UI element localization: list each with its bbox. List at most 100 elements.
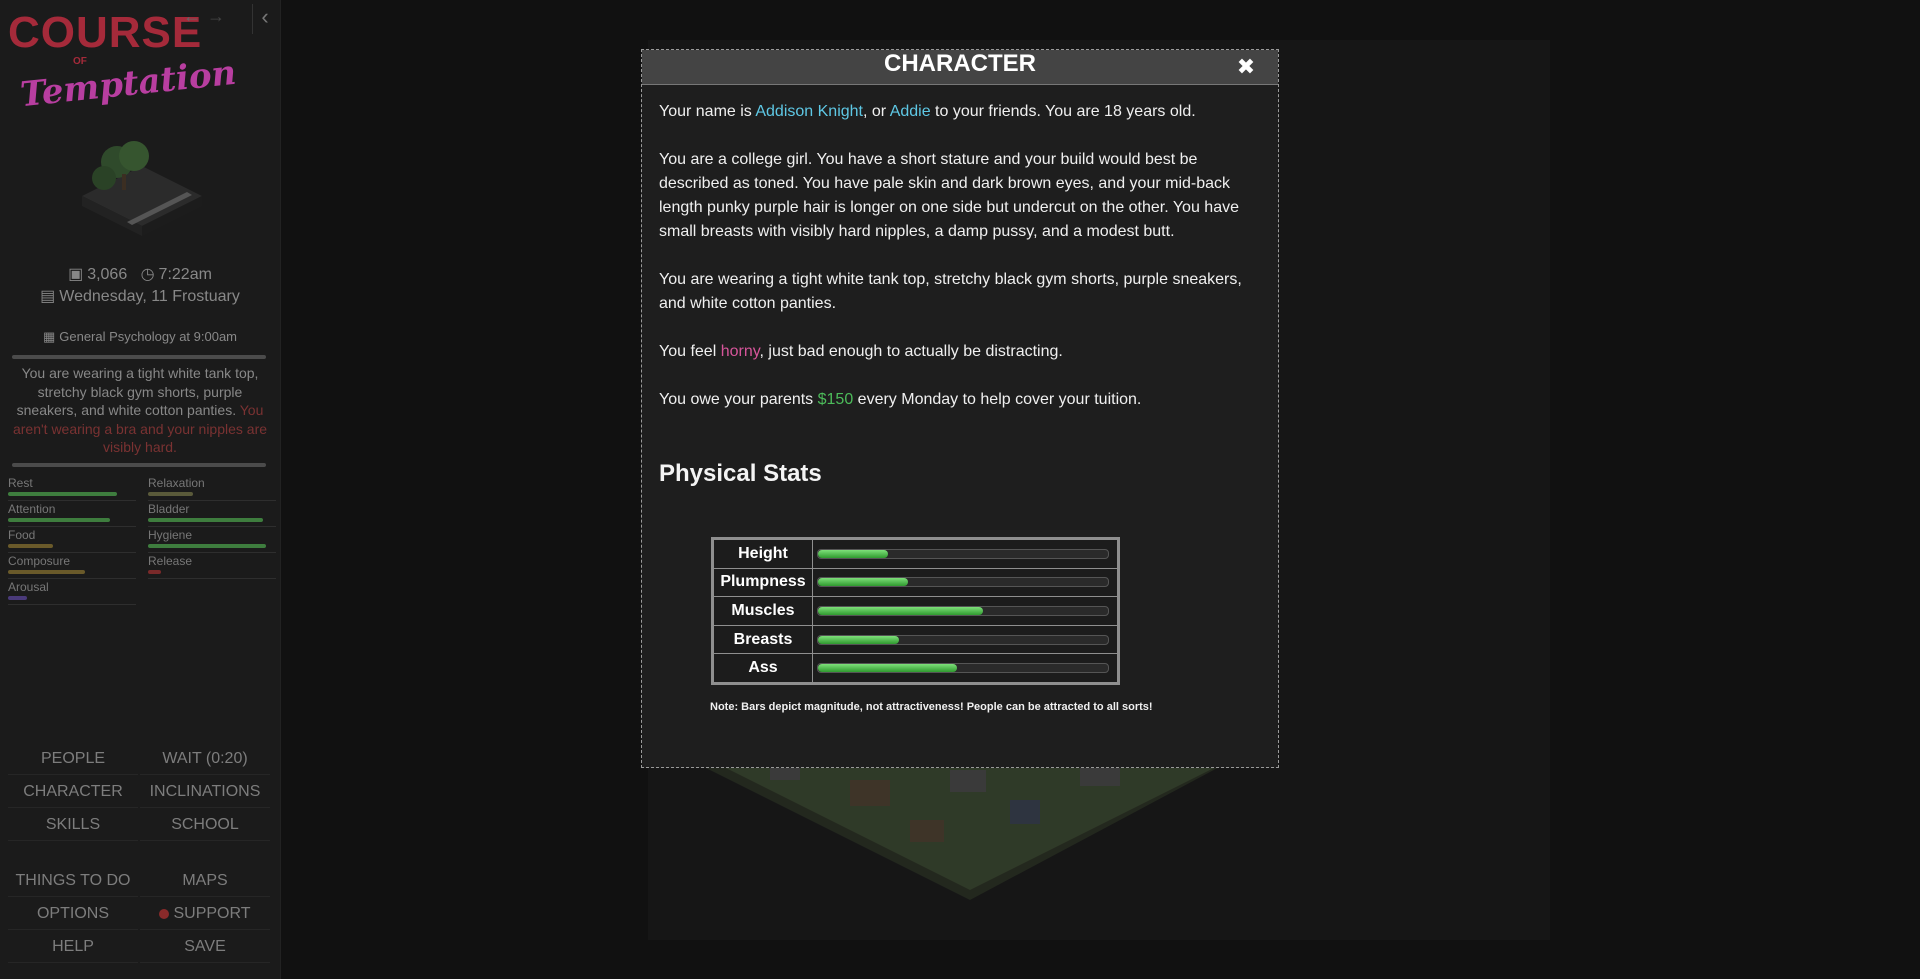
stat-label: Composure <box>8 554 71 568</box>
stat-bar-cell <box>812 538 1119 569</box>
sidebar: COURSE OF Temptation ← → ‹ ▣ 3,066 ◷ 7:22a… <box>0 0 281 979</box>
stat-divider <box>8 500 136 501</box>
stat-bar-fill <box>818 664 958 673</box>
stat-row-plumpness: Plumpness <box>712 567 1119 598</box>
maps-button[interactable]: MAPS <box>140 866 270 897</box>
wait-button[interactable]: WAIT (0:20) <box>140 744 270 775</box>
save-button[interactable]: SAVE <box>140 932 270 963</box>
money-icon: ▣ <box>68 266 84 283</box>
stat-bar <box>148 518 263 522</box>
logo-line2: OF <box>73 56 87 67</box>
tuition-paragraph: You owe your parents $150 every Monday t… <box>659 388 1259 412</box>
time-value: 7:22am <box>158 266 212 283</box>
stat-label: Release <box>148 554 193 568</box>
name-mid-text: , or <box>863 103 890 120</box>
character-button[interactable]: CHARACTER <box>8 777 138 808</box>
stat-bar-track <box>817 605 1109 616</box>
owe-end-text: every Monday to help cover your tuition. <box>853 391 1142 408</box>
stat-divider <box>148 526 276 527</box>
stat-bar-track <box>817 548 1109 559</box>
physical-stats-heading: Physical Stats <box>659 460 822 487</box>
name-paragraph: Your name is Addison Knight, or Addie to… <box>659 100 1259 124</box>
stat-bar-cell <box>812 624 1119 655</box>
stat-rest: Rest <box>8 476 138 502</box>
stat-bar-track <box>817 577 1109 588</box>
owe-start-text: You owe your parents <box>659 391 818 408</box>
stat-label: Food <box>8 528 36 542</box>
outfit-summary: You are wearing a tight white tank top, … <box>10 364 270 457</box>
collapse-sidebar-icon[interactable]: ‹ <box>252 4 277 34</box>
character-description: Your name is Addison Knight, or Addie to… <box>659 100 1259 436</box>
school-button[interactable]: SCHOOL <box>140 810 270 841</box>
clock-icon: ◷ <box>140 266 155 283</box>
things-to-do-button[interactable]: THINGS TO DO <box>8 866 138 897</box>
name-intro-text: Your name is <box>659 103 756 120</box>
stat-divider <box>8 552 136 553</box>
stat-label: Bladder <box>148 502 190 516</box>
stat-divider <box>148 552 276 553</box>
stat-divider <box>8 526 136 527</box>
support-button[interactable]: SUPPORT <box>140 899 270 930</box>
stat-bar <box>148 570 161 574</box>
stat-release: Release <box>148 554 278 580</box>
stat-bar <box>8 596 27 600</box>
stat-bar-fill <box>818 606 984 615</box>
stat-row-ass: Ass <box>712 653 1119 684</box>
school-icon: ▦ <box>42 329 56 344</box>
tuition-amount: $150 <box>817 391 854 408</box>
stat-bar <box>8 518 110 522</box>
stat-label: Arousal <box>8 580 49 594</box>
stat-bar <box>8 544 53 548</box>
outfit-paragraph: You are wearing a tight white tank top, … <box>659 271 1242 312</box>
stat-arousal: Arousal <box>8 580 138 606</box>
stat-divider <box>8 604 136 605</box>
stat-bar-cell <box>812 653 1119 684</box>
game-logo: COURSE OF Temptation <box>8 6 238 124</box>
people-button[interactable]: PEOPLE <box>8 744 138 775</box>
close-icon[interactable]: ✖ <box>1234 54 1258 80</box>
support-label: SUPPORT <box>173 905 251 922</box>
forward-arrow-icon[interactable]: → <box>207 6 225 27</box>
stat-bar-fill <box>818 635 900 644</box>
divider <box>12 463 266 467</box>
stat-divider <box>148 578 276 579</box>
stat-bar-cell <box>812 567 1119 598</box>
date-value: Wednesday, 11 Frostuary <box>59 288 240 305</box>
name-end-text: to your friends. You are 18 years old. <box>930 103 1196 120</box>
stat-row-muscles: Muscles <box>712 596 1119 626</box>
patreon-icon <box>159 908 170 919</box>
calendar-icon: ▤ <box>40 288 56 305</box>
back-arrow-icon[interactable]: ← <box>183 6 201 27</box>
stat-row-height: Height <box>712 538 1119 569</box>
stat-label: Hygiene <box>148 528 193 542</box>
schedule-text: General Psychology at 9:00am <box>59 329 238 344</box>
full-name-link[interactable]: Addison Knight <box>755 103 863 120</box>
stat-label: Breasts <box>712 624 813 655</box>
stat-bar <box>148 492 193 496</box>
skills-button[interactable]: SKILLS <box>8 810 138 841</box>
stat-label: Attention <box>8 502 56 516</box>
dialog-title: CHARACTER <box>884 50 1036 77</box>
town-map-image <box>650 740 1270 900</box>
stat-label: Muscles <box>712 596 813 626</box>
logo-line3: Temptation <box>18 52 239 116</box>
money-time-row: ▣ 3,066 ◷ 7:22am <box>0 264 280 284</box>
stat-bar-fill <box>818 578 908 587</box>
help-button[interactable]: HELP <box>8 932 138 963</box>
stats-note: Note: Bars depict magnitude, not attract… <box>710 701 1153 713</box>
character-dialog: CHARACTER ✖ Your name is Addison Knight,… <box>641 49 1279 768</box>
stat-bar <box>8 492 117 496</box>
nickname-link[interactable]: Addie <box>890 103 931 120</box>
stat-label: Relaxation <box>148 476 205 490</box>
inclinations-button[interactable]: INCLINATIONS <box>140 777 270 808</box>
stat-bar-fill <box>818 549 888 558</box>
stat-label: Plumpness <box>712 567 813 598</box>
stat-composure: Composure <box>8 554 138 580</box>
options-button[interactable]: OPTIONS <box>8 899 138 930</box>
feel-end-text: , just bad enough to actually be distrac… <box>759 343 1063 360</box>
feel-start-text: You feel <box>659 343 721 360</box>
stat-bar-track <box>817 634 1109 645</box>
stat-label: Height <box>712 538 813 569</box>
stat-divider <box>148 500 276 501</box>
outfit-text: You are wearing a tight white tank top, … <box>16 365 259 418</box>
